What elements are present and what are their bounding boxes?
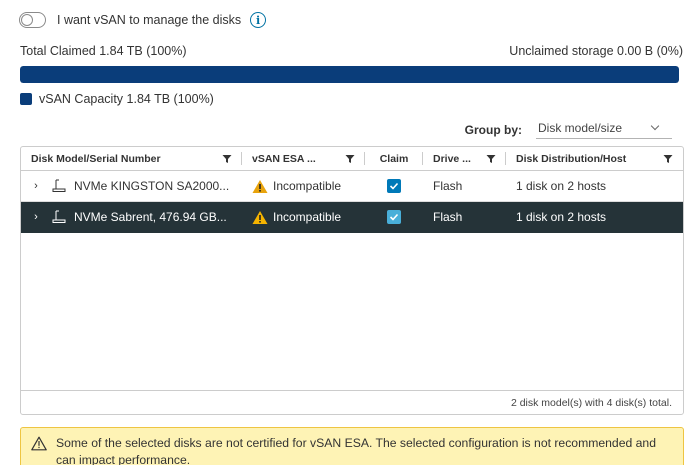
cell-drive-type: Flash <box>423 171 506 201</box>
alert-text: Some of the selected disks are not certi… <box>56 436 656 465</box>
disk-icon <box>52 179 66 192</box>
disk-icon <box>52 210 66 223</box>
cell-esa-status: Incompatible <box>242 171 365 201</box>
distribution-text: 1 disk on 2 hosts <box>516 179 607 193</box>
warning-icon <box>31 436 47 451</box>
capacity-summary: Total Claimed 1.84 TB (100%) Unclaimed s… <box>20 44 683 58</box>
cell-disk-model: › NVMe Sabrent, 476.94 GB... <box>21 202 242 232</box>
capacity-bar <box>20 66 679 83</box>
warning-icon <box>252 179 268 193</box>
column-header-disk-model[interactable]: Disk Model/Serial Number <box>21 147 242 170</box>
claim-checkbox[interactable] <box>387 210 401 224</box>
filter-icon[interactable] <box>222 154 232 164</box>
cell-esa-status: Incompatible <box>242 202 365 232</box>
column-label: vSAN ESA ... <box>252 152 316 165</box>
group-by-select[interactable]: Disk model/size <box>536 121 672 139</box>
disk-grid: Disk Model/Serial Number vSAN ESA ... Cl… <box>20 146 684 415</box>
table-row[interactable]: › NVMe Sabrent, 476.94 GB... Incompatibl… <box>21 202 683 233</box>
cell-drive-type: Flash <box>423 202 506 232</box>
disk-model-text: NVMe Sabrent, 476.94 GB... <box>74 210 227 224</box>
column-label: Disk Distribution/Host <box>516 152 627 165</box>
drive-type-text: Flash <box>433 179 463 193</box>
table-row[interactable]: › NVMe KINGSTON SA2000... Incompatible F… <box>21 171 683 202</box>
esa-status-text: Incompatible <box>273 179 342 193</box>
cell-distribution: 1 disk on 2 hosts <box>506 171 683 201</box>
grid-header: Disk Model/Serial Number vSAN ESA ... Cl… <box>21 147 683 171</box>
legend-label: vSAN Capacity 1.84 TB (100%) <box>39 92 214 106</box>
info-icon[interactable]: i <box>250 12 267 28</box>
cell-claim <box>365 202 423 232</box>
esa-status-text: Incompatible <box>273 210 342 224</box>
chevron-right-icon[interactable]: › <box>31 211 41 223</box>
warning-alert: Some of the selected disks are not certi… <box>20 427 684 465</box>
distribution-text: 1 disk on 2 hosts <box>516 210 607 224</box>
filter-icon[interactable] <box>663 154 673 164</box>
manage-disks-row: I want vSAN to manage the disks i <box>19 11 267 29</box>
column-label: Claim <box>379 152 409 165</box>
total-claimed-text: Total Claimed 1.84 TB (100%) <box>20 44 187 58</box>
cell-disk-model: › NVMe KINGSTON SA2000... <box>21 171 242 201</box>
claim-checkbox[interactable] <box>387 179 401 193</box>
cell-distribution: 1 disk on 2 hosts <box>506 202 683 232</box>
warning-icon <box>252 210 268 224</box>
filter-icon[interactable] <box>486 154 496 164</box>
grid-footer: 2 disk model(s) with 4 disk(s) total. <box>21 390 683 414</box>
column-header-claim[interactable]: Claim <box>365 147 423 170</box>
chevron-down-icon <box>650 121 660 131</box>
filter-icon[interactable] <box>345 154 355 164</box>
group-by-label: Group by: <box>464 123 522 137</box>
unclaimed-storage-text: Unclaimed storage 0.00 B (0%) <box>509 44 683 58</box>
group-by-value: Disk model/size <box>538 121 623 135</box>
manage-disks-toggle[interactable] <box>19 12 46 28</box>
column-header-distribution[interactable]: Disk Distribution/Host <box>506 147 683 170</box>
toggle-knob <box>21 14 33 26</box>
manage-disks-label: I want vSAN to manage the disks <box>57 13 242 27</box>
column-header-drive-type[interactable]: Drive ... <box>423 147 506 170</box>
column-header-vsan-esa[interactable]: vSAN ESA ... <box>242 147 365 170</box>
capacity-bar-fill <box>20 66 679 83</box>
column-label: Drive ... <box>433 152 471 165</box>
chevron-right-icon[interactable]: › <box>31 180 41 192</box>
disk-model-text: NVMe KINGSTON SA2000... <box>74 179 230 193</box>
cell-claim <box>365 171 423 201</box>
group-by-control: Group by: Disk model/size <box>465 121 672 139</box>
drive-type-text: Flash <box>433 210 463 224</box>
capacity-legend: vSAN Capacity 1.84 TB (100%) <box>20 92 214 106</box>
column-label: Disk Model/Serial Number <box>31 152 161 165</box>
legend-swatch <box>20 93 32 105</box>
grid-footer-text: 2 disk model(s) with 4 disk(s) total. <box>510 396 672 409</box>
